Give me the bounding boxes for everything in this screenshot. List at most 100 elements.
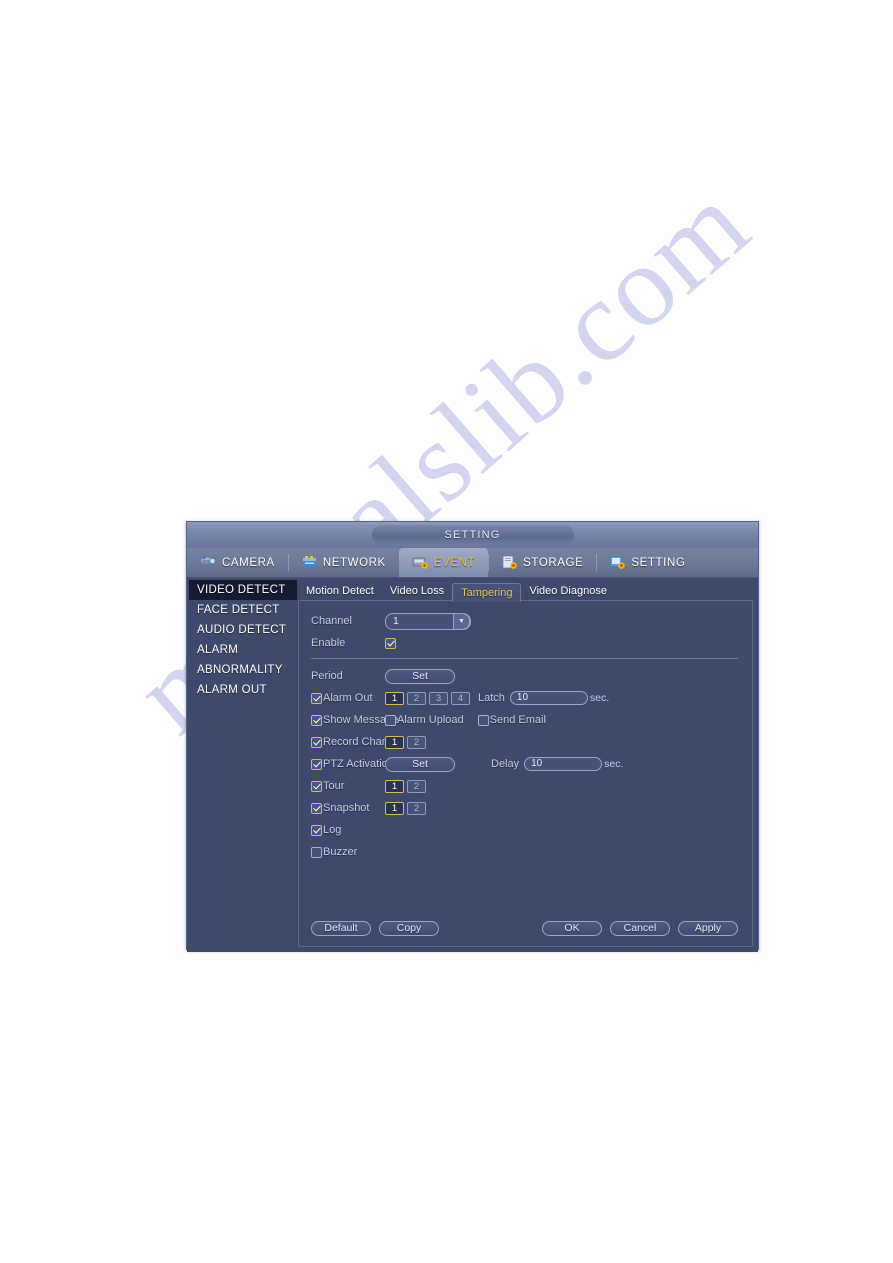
alarm-out-chip-1[interactable]: 1: [385, 691, 404, 705]
latch-unit: sec.: [589, 692, 610, 704]
tab-label-tampering: Tampering: [461, 587, 513, 599]
label-snapshot: Snapshot: [323, 802, 370, 814]
storage-icon: [501, 555, 518, 570]
label-period: Period: [311, 670, 343, 682]
log-toggle[interactable]: Log: [311, 824, 385, 836]
alarm-upload-checkbox[interactable]: [385, 714, 396, 726]
dialog-titlebar: SETTING: [187, 522, 758, 548]
row-buzzer: Buzzer: [311, 842, 740, 862]
sidebar-item-face-detect[interactable]: FACE DETECT: [189, 600, 297, 620]
nav-label-network: NETWORK: [322, 556, 386, 569]
setting-dialog: SETTING CAMERA NETWORK EVENT STORAGE SET…: [186, 521, 759, 952]
tour-toggle[interactable]: Tour: [311, 780, 385, 792]
nav-item-storage[interactable]: STORAGE: [488, 548, 596, 577]
label-log: Log: [323, 824, 342, 836]
label-alarm-upload: Alarm Upload: [397, 714, 464, 726]
nav-label-setting: SETTING: [631, 556, 686, 569]
channel-select[interactable]: 1 ▼: [385, 612, 471, 630]
sidebar-item-alarm-out[interactable]: ALARM OUT: [189, 680, 297, 700]
row-alarm-out: Alarm Out 1 2 3 4 Latch 10 sec.: [311, 688, 740, 708]
nav-label-storage: STORAGE: [523, 556, 584, 569]
alarm-out-chips: 1 2 3 4: [385, 691, 470, 705]
buzzer-checkbox[interactable]: [311, 846, 322, 858]
tab-video-loss[interactable]: Video Loss: [382, 582, 452, 601]
sidebar: VIDEO DETECT FACE DETECT AUDIO DETECT AL…: [189, 580, 297, 950]
sidebar-item-abnormality[interactable]: ABNORMALITY: [189, 660, 297, 680]
sub-tab-bar: Motion Detect Video Loss Tampering Video…: [298, 580, 755, 602]
alarm-out-chip-3[interactable]: 3: [429, 691, 448, 705]
log-checkbox[interactable]: [311, 824, 322, 836]
period-set-button[interactable]: Set: [385, 668, 455, 684]
section-divider: [311, 658, 738, 659]
sidebar-label-audio-detect: AUDIO DETECT: [197, 624, 287, 636]
ptz-activation-checkbox[interactable]: [311, 758, 322, 770]
label-enable: Enable: [311, 637, 346, 649]
tour-chip-2[interactable]: 2: [407, 779, 426, 793]
delay-input[interactable]: 10: [524, 757, 603, 771]
ptz-set-button[interactable]: Set: [385, 756, 455, 772]
dialog-body: VIDEO DETECT FACE DETECT AUDIO DETECT AL…: [187, 578, 758, 952]
tab-label-video-loss: Video Loss: [389, 585, 445, 597]
row-notifications: Show Message Alarm Upload Send Email: [311, 710, 740, 730]
record-channel-chip-2[interactable]: 2: [407, 735, 426, 749]
dialog-button-bar: Default Copy OK Cancel Apply: [311, 921, 738, 936]
nav-item-network[interactable]: NETWORK: [287, 548, 399, 577]
sidebar-label-alarm: ALARM: [197, 644, 239, 656]
buzzer-toggle[interactable]: Buzzer: [311, 846, 385, 858]
alarm-out-chip-2[interactable]: 2: [407, 691, 426, 705]
nav-item-event[interactable]: EVENT: [398, 548, 489, 577]
send-email-toggle[interactable]: Send Email: [477, 714, 546, 726]
row-channel: Channel 1 ▼: [311, 611, 740, 631]
chevron-down-icon[interactable]: ▼: [453, 612, 470, 630]
label-ptz-activation: PTZ Activation: [323, 758, 394, 770]
tab-video-diagnose[interactable]: Video Diagnose: [521, 582, 614, 601]
snapshot-checkbox[interactable]: [311, 802, 322, 814]
latch-input[interactable]: 10: [509, 691, 588, 705]
nav-item-setting[interactable]: SETTING: [596, 548, 698, 577]
tour-chips: 1 2: [385, 779, 426, 793]
sidebar-item-alarm[interactable]: ALARM: [189, 640, 297, 660]
tab-tampering[interactable]: Tampering: [452, 583, 522, 602]
show-message-toggle[interactable]: Show Message: [311, 714, 398, 726]
copy-button[interactable]: Copy: [379, 921, 439, 936]
enable-checkbox[interactable]: [385, 637, 396, 649]
sidebar-item-audio-detect[interactable]: AUDIO DETECT: [189, 620, 297, 640]
sidebar-label-video-detect: VIDEO DETECT: [197, 584, 286, 596]
row-record-channel: Record Channel 1 2: [311, 732, 740, 752]
ok-button[interactable]: OK: [542, 921, 602, 936]
alarm-out-checkbox[interactable]: [311, 692, 322, 704]
tab-motion-detect[interactable]: Motion Detect: [298, 582, 382, 601]
snapshot-chip-1[interactable]: 1: [385, 801, 404, 815]
alarm-out-toggle[interactable]: Alarm Out: [311, 692, 385, 704]
alarm-upload-toggle[interactable]: Alarm Upload: [385, 714, 464, 726]
snapshot-toggle[interactable]: Snapshot: [311, 802, 385, 814]
page-title: SETTING: [371, 525, 574, 545]
row-snapshot: Snapshot 1 2: [311, 798, 740, 818]
tour-chip-1[interactable]: 1: [385, 779, 404, 793]
label-send-email: Send Email: [489, 714, 546, 726]
send-email-checkbox[interactable]: [477, 714, 489, 726]
main-nav: CAMERA NETWORK EVENT STORAGE SETTING: [187, 548, 758, 578]
confirm-button-group: OK Cancel Apply: [542, 921, 738, 936]
show-message-checkbox[interactable]: [311, 714, 322, 726]
sidebar-item-video-detect[interactable]: VIDEO DETECT: [189, 580, 297, 600]
label-buzzer: Buzzer: [323, 846, 358, 858]
row-ptz-activation: PTZ Activation Set Delay 10 sec.: [311, 754, 740, 774]
snapshot-chips: 1 2: [385, 801, 426, 815]
nav-label-event: EVENT: [433, 556, 476, 569]
record-channel-chip-1[interactable]: 1: [385, 735, 404, 749]
nav-item-camera[interactable]: CAMERA: [187, 548, 288, 577]
snapshot-chip-2[interactable]: 2: [407, 801, 426, 815]
label-delay: Delay: [491, 758, 520, 770]
tour-checkbox[interactable]: [311, 780, 322, 792]
tab-label-video-diagnose: Video Diagnose: [529, 585, 607, 597]
label-alarm-out: Alarm Out: [323, 692, 373, 704]
record-channel-checkbox[interactable]: [311, 736, 322, 748]
apply-button[interactable]: Apply: [678, 921, 738, 936]
record-channel-toggle[interactable]: Record Channel: [311, 736, 403, 748]
sidebar-label-alarm-out: ALARM OUT: [197, 684, 267, 696]
alarm-out-chip-4[interactable]: 4: [451, 691, 470, 705]
ptz-activation-toggle[interactable]: PTZ Activation: [311, 758, 394, 770]
default-button[interactable]: Default: [311, 921, 371, 936]
cancel-button[interactable]: Cancel: [610, 921, 670, 936]
